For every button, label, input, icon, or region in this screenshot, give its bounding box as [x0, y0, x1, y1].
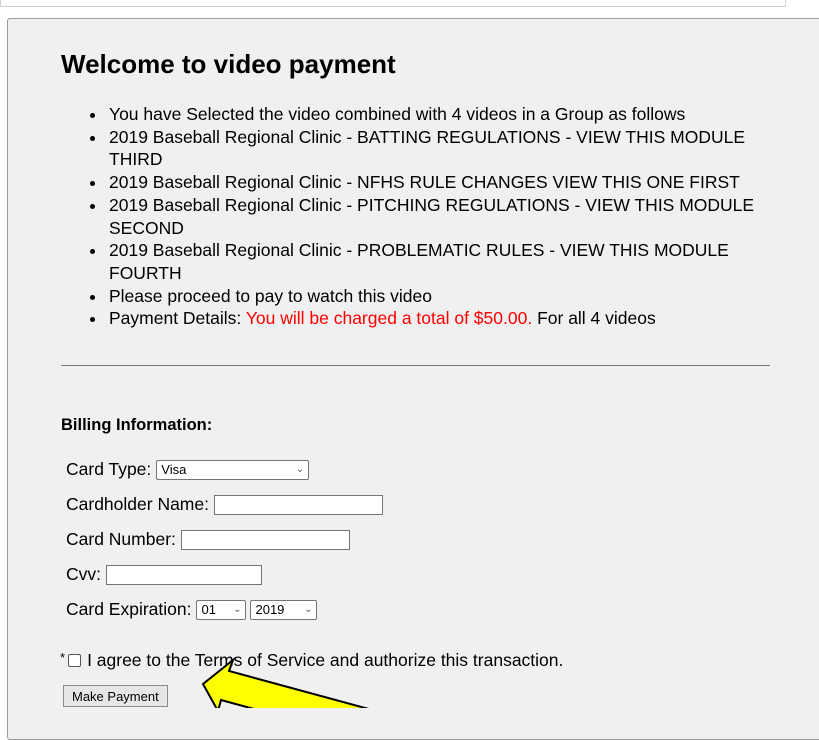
- list-item: 2019 Baseball Regional Clinic - PITCHING…: [107, 194, 777, 239]
- terms-checkbox[interactable]: [68, 654, 82, 667]
- video-info-list: You have Selected the video combined wit…: [61, 103, 777, 330]
- cvv-label: Cvv:: [66, 564, 101, 584]
- card-type-row: Card Type: Visa ⌄: [66, 459, 310, 480]
- make-payment-button[interactable]: Make Payment: [63, 685, 168, 707]
- card-type-label: Card Type:: [66, 459, 152, 479]
- payment-details-label: Payment Details:: [109, 308, 242, 329]
- list-item: 2019 Baseball Regional Clinic - BATTING …: [107, 126, 777, 171]
- payment-details-item: Payment Details: You will be charged a t…: [107, 307, 777, 330]
- card-number-input[interactable]: [180, 529, 350, 550]
- top-frame-edge: [0, 0, 786, 7]
- section-divider: [61, 365, 770, 366]
- cardholder-name-input[interactable]: [213, 494, 383, 515]
- exp-month-select[interactable]: 01 ⌄: [196, 599, 247, 620]
- payment-charge-text: You will be charged a total of $50.00.: [245, 308, 533, 329]
- chevron-down-icon: ⌄: [304, 604, 313, 615]
- card-number-row: Card Number:: [66, 529, 350, 550]
- cvv-row: Cvv:: [66, 564, 262, 585]
- billing-title: Billing Information:: [61, 416, 213, 434]
- exp-year-value: 2019: [255, 602, 285, 617]
- exp-month-value: 01: [201, 602, 216, 617]
- card-number-label: Card Number:: [66, 529, 176, 549]
- terms-row: * I agree to the Terms of Service and au…: [60, 650, 563, 671]
- chevron-down-icon: ⌄: [233, 604, 242, 615]
- expiration-label: Card Expiration:: [66, 599, 192, 619]
- list-item: 2019 Baseball Regional Clinic - PROBLEMA…: [107, 239, 777, 284]
- exp-year-select[interactable]: 2019 ⌄: [250, 599, 318, 620]
- payment-suffix: For all 4 videos: [537, 308, 656, 329]
- list-item: 2019 Baseball Regional Clinic - NFHS RUL…: [107, 171, 777, 194]
- list-item: You have Selected the video combined wit…: [107, 103, 777, 126]
- cardholder-label: Cardholder Name:: [66, 494, 209, 514]
- terms-label: I agree to the Terms of Service and auth…: [87, 650, 564, 670]
- page-title: Welcome to video payment: [61, 49, 396, 79]
- cardholder-row: Cardholder Name:: [66, 494, 383, 515]
- required-marker: *: [60, 650, 66, 665]
- card-type-select[interactable]: Visa ⌄: [156, 459, 310, 480]
- list-item: Please proceed to pay to watch this vide…: [107, 285, 777, 308]
- payment-panel: Welcome to video payment You have Select…: [7, 18, 819, 740]
- cvv-input[interactable]: [106, 564, 262, 585]
- chevron-down-icon: ⌄: [295, 464, 305, 475]
- expiration-row: Card Expiration: 01 ⌄ 2019 ⌄: [66, 599, 318, 620]
- card-type-value: Visa: [161, 462, 187, 477]
